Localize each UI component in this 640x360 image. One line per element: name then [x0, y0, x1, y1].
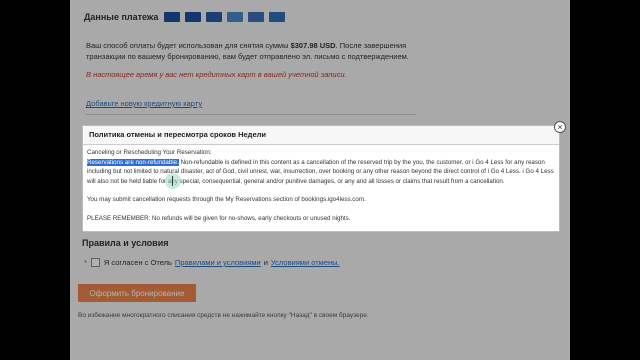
- modal-body: Canceling or Rescheduling Your Reservati…: [83, 145, 559, 223]
- close-icon[interactable]: ×: [554, 121, 566, 133]
- cursor-highlight: [165, 173, 181, 189]
- text-cursor-icon: [172, 176, 173, 186]
- cancellation-policy-modal: Политика отмены и пересмотра сроков Неде…: [82, 125, 560, 232]
- highlighted-text: Reservations are non-refundable.: [87, 158, 179, 166]
- modal-title: Политика отмены и пересмотра сроков Неде…: [83, 126, 559, 145]
- modal-para2: You may submit cancellation requests thr…: [87, 196, 366, 203]
- modal-para3: PLEASE REMEMBER: No refunds will be give…: [87, 214, 351, 222]
- modal-para1: Reservations are non-refundable. Non-ref…: [87, 158, 555, 187]
- modal-subheading: Canceling or Rescheduling Your Reservati…: [87, 149, 212, 156]
